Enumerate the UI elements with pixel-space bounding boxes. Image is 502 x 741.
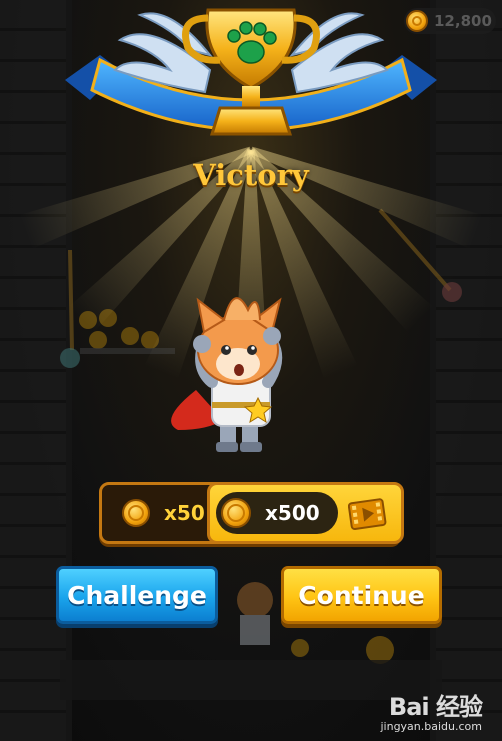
coin-total: 12,800 (434, 12, 492, 30)
challenge-button[interactable]: Challenge (56, 566, 218, 624)
hero-cat-character (171, 297, 283, 452)
watermark-url: jingyan.baidu.com (380, 720, 482, 733)
video-ad-icon (348, 498, 387, 530)
trophy-icon (65, 8, 437, 136)
coin-icon (122, 499, 150, 527)
watermark-brand: Bai 经验 (388, 693, 483, 721)
coin-icon (221, 498, 251, 528)
bonus-reward-amount: x500 (265, 501, 320, 525)
baidu-jingyan-watermark: Bai 经验 jingyan.baidu.com (380, 687, 483, 733)
bonus-reward-pill: x500 (216, 492, 338, 534)
reward-selector: x50 x500 (99, 482, 404, 544)
bonus-reward-option[interactable]: x500 (207, 482, 404, 544)
continue-button[interactable]: Continue (281, 566, 442, 624)
base-reward-option[interactable]: x50 (108, 485, 208, 541)
base-reward-amount: x50 (164, 501, 205, 525)
victory-title: Victory (193, 158, 309, 192)
